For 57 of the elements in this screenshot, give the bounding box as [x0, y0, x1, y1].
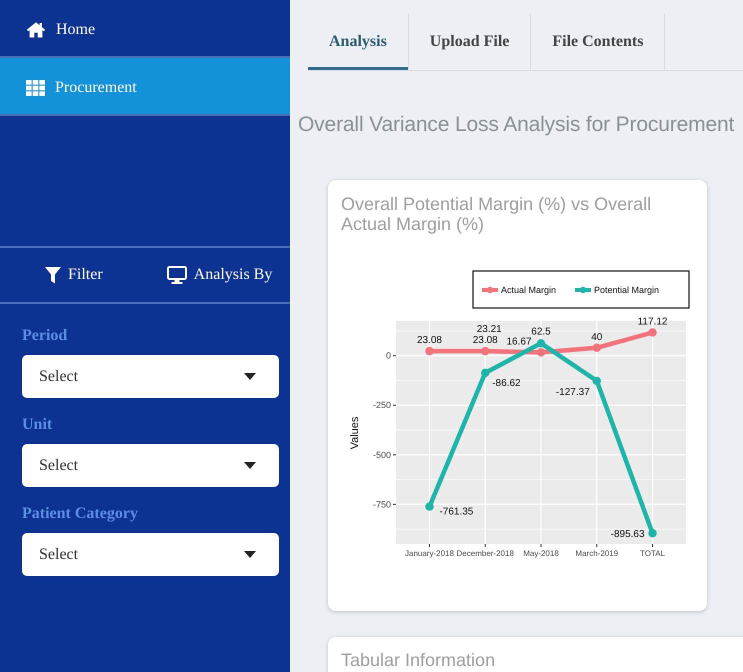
caret-icon	[244, 373, 256, 380]
select-dropdown[interactable]: Select	[22, 444, 279, 487]
data-label: -761.35	[439, 506, 474, 518]
data-label: -86.62	[492, 378, 521, 389]
funnel-icon	[45, 266, 61, 284]
data-point	[481, 346, 490, 356]
x-tick-label: January-2018	[405, 549, 454, 558]
y-axis-title: Values	[349, 416, 361, 450]
data-point	[648, 529, 657, 538]
data-label: 23.08	[472, 335, 498, 346]
data-point	[425, 346, 434, 356]
legend-label: Actual Margin	[501, 285, 556, 295]
page-title: Overall Variance Loss Analysis for Procurement	[298, 112, 736, 138]
card-title: Tabular Information	[341, 650, 496, 670]
data-label: 117.12	[638, 316, 668, 328]
x-tick-label: December-2018	[456, 549, 514, 558]
caret-icon	[244, 551, 256, 558]
panel-tab[interactable]: Analysis By	[166, 266, 272, 284]
legend-label: Potential Margin	[594, 285, 660, 295]
data-label: -895.63	[610, 529, 645, 540]
x-tick-label: May-2018	[523, 549, 559, 558]
legend-key-icon	[482, 286, 498, 294]
data-label: 40	[591, 332, 602, 343]
data-label: 23.08	[416, 335, 442, 346]
select-dropdown[interactable]: Select	[22, 533, 279, 576]
sidebar-item[interactable]: Procurement	[0, 58, 290, 116]
data-point	[481, 368, 490, 378]
house-icon	[26, 21, 46, 38]
data-point	[592, 344, 601, 352]
data-point	[425, 502, 434, 511]
data-point	[592, 376, 601, 386]
select-dropdown[interactable]: Select	[22, 355, 279, 398]
y-tick-label: -750	[372, 499, 391, 510]
legend-key-icon	[575, 286, 591, 294]
data-point	[536, 339, 546, 348]
y-tick-label: -500	[372, 450, 391, 460]
field-label: Period	[22, 326, 68, 346]
monitor-icon	[166, 266, 187, 284]
y-tick-label: -250	[372, 400, 391, 410]
data-label: 62.5	[531, 326, 551, 338]
y-tick-label: 0	[386, 350, 391, 361]
x-tick-label: March-2019	[575, 549, 618, 558]
data-point	[648, 328, 657, 337]
field-label: Unit	[22, 415, 54, 435]
grid-icon	[26, 80, 45, 96]
card-title: Overall Potential Margin (%) vs Overall Actual Margin (%)	[341, 194, 652, 234]
tab[interactable]: Upload File	[408, 14, 532, 70]
data-point	[536, 348, 546, 357]
data-label: -127.37	[556, 386, 590, 398]
tab[interactable]: File Contents	[531, 14, 666, 70]
data-label: 23.21	[476, 324, 502, 336]
field-label: Patient Category	[22, 504, 139, 524]
caret-icon	[244, 462, 256, 469]
panel-tab[interactable]: Filter	[45, 266, 103, 284]
tab[interactable]: Analysis	[308, 14, 409, 70]
data-label: 16.67	[506, 336, 532, 348]
x-tick-label: TOTAL	[640, 549, 666, 558]
